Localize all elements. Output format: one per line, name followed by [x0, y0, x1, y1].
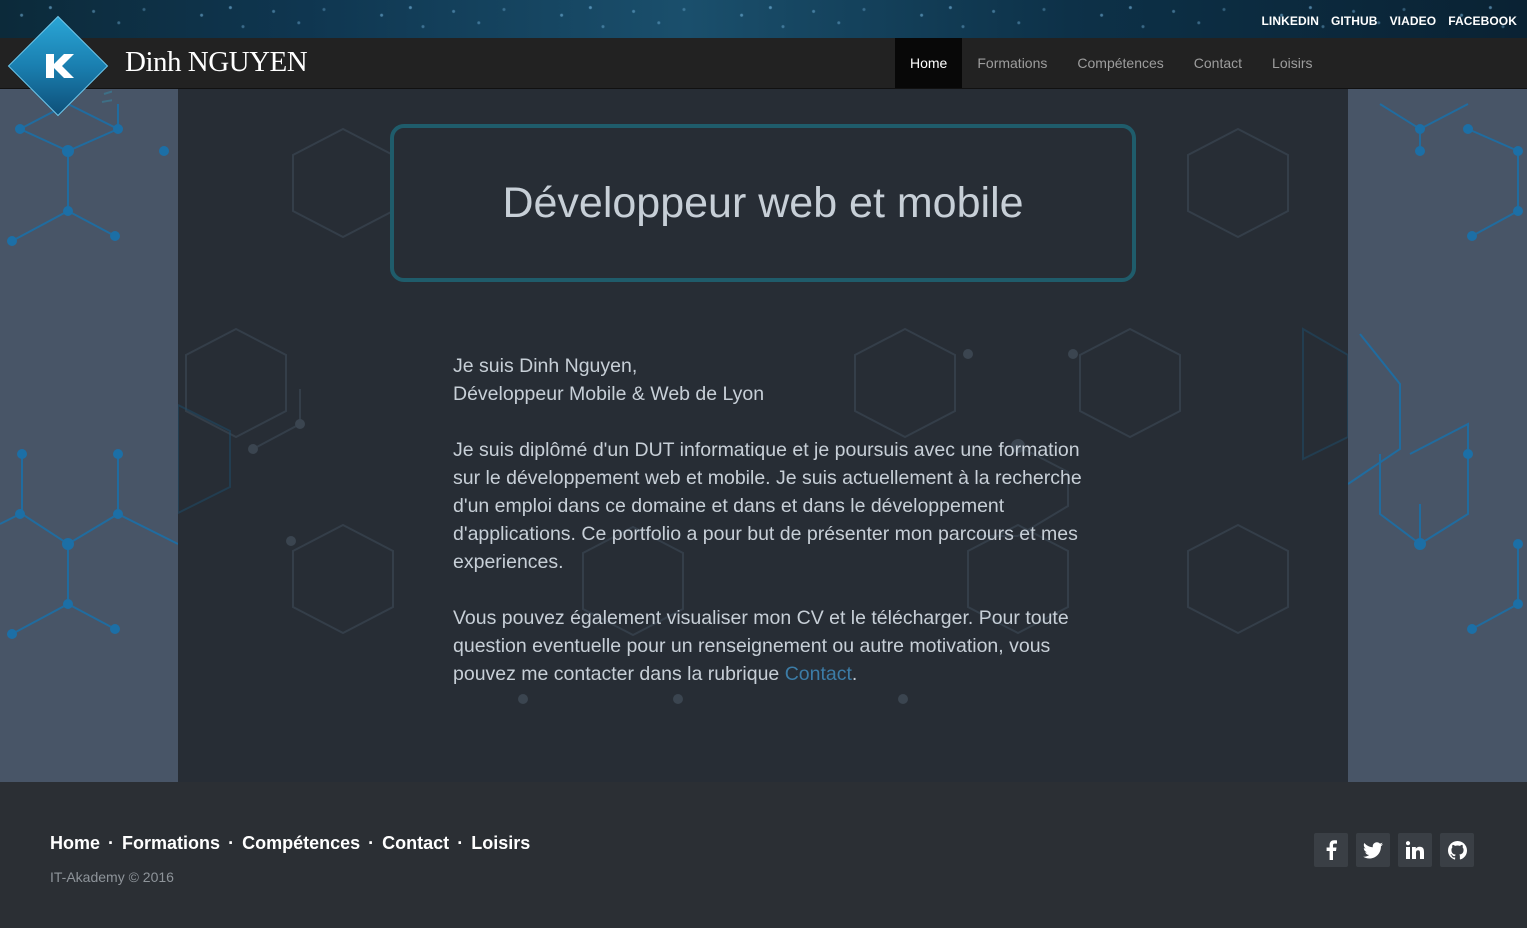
footer-separator: ·	[108, 833, 115, 853]
footer-link-loisirs[interactable]: Loisirs	[471, 833, 530, 853]
nav-item-home[interactable]: Home	[895, 38, 963, 88]
nav-item-competences[interactable]: Compétences	[1062, 38, 1178, 88]
footer-link-home[interactable]: Home	[50, 833, 100, 853]
intro-text: Je suis Dinh Nguyen, Développeur Mobile …	[453, 352, 1083, 716]
content-panel: Développeur web et mobile Je suis Dinh N…	[178, 89, 1348, 782]
top-link-viadeo[interactable]: VIADEO	[1390, 14, 1437, 28]
footer-link-formations[interactable]: Formations	[122, 833, 220, 853]
footer: Home · Formations · Compétences · Contac…	[0, 782, 1527, 928]
top-social-links: LINKEDIN GITHUB VIADEO FACEBOOK	[1262, 14, 1518, 28]
github-icon[interactable]	[1440, 833, 1474, 867]
main-section: Développeur web et mobile Je suis Dinh N…	[0, 89, 1527, 782]
twitter-icon[interactable]	[1356, 833, 1390, 867]
hero-title: Développeur web et mobile	[502, 178, 1024, 227]
intro-paragraph-3-end: .	[851, 663, 858, 685]
footer-link-contact[interactable]: Contact	[382, 833, 449, 853]
k-diamond-logo-icon[interactable]	[4, 12, 157, 120]
top-link-linkedin[interactable]: LINKEDIN	[1262, 14, 1319, 28]
linkedin-icon[interactable]	[1398, 833, 1432, 867]
footer-separator: ·	[457, 833, 464, 853]
facebook-icon[interactable]	[1314, 833, 1348, 867]
brand-name[interactable]: Dinh NGUYEN	[125, 46, 308, 79]
intro-paragraph-2: Je suis diplômé d'un DUT informatique et…	[453, 439, 1082, 573]
top-link-github[interactable]: GITHUB	[1331, 14, 1378, 28]
footer-nav: Home · Formations · Compétences · Contac…	[50, 833, 530, 854]
footer-link-competences[interactable]: Compétences	[242, 833, 360, 853]
intro-paragraph-3-text: Vous pouvez également visualiser mon CV …	[453, 607, 1069, 685]
navbar: Dinh NGUYEN Home Formations Compétences …	[0, 38, 1527, 89]
footer-separator: ·	[228, 833, 235, 853]
nav-item-contact[interactable]: Contact	[1179, 38, 1257, 88]
hero-title-box: Développeur web et mobile	[390, 124, 1136, 282]
main-nav: Home Formations Compétences Contact Lois…	[895, 38, 1328, 88]
copyright: IT-Akademy © 2016	[50, 869, 174, 885]
nav-item-loisirs[interactable]: Loisirs	[1257, 38, 1327, 88]
nav-item-formations[interactable]: Formations	[962, 38, 1062, 88]
intro-role: Développeur Mobile & Web de Lyon	[453, 383, 765, 405]
top-link-facebook[interactable]: FACEBOOK	[1448, 14, 1517, 28]
top-social-bar: LINKEDIN GITHUB VIADEO FACEBOOK	[0, 0, 1527, 38]
footer-social-icons	[1314, 833, 1474, 867]
intro-greeting: Je suis Dinh Nguyen,	[453, 355, 638, 377]
contact-link[interactable]: Contact	[785, 663, 852, 685]
intro-paragraph-3: Vous pouvez également visualiser mon CV …	[453, 604, 1083, 688]
footer-separator: ·	[368, 833, 375, 853]
